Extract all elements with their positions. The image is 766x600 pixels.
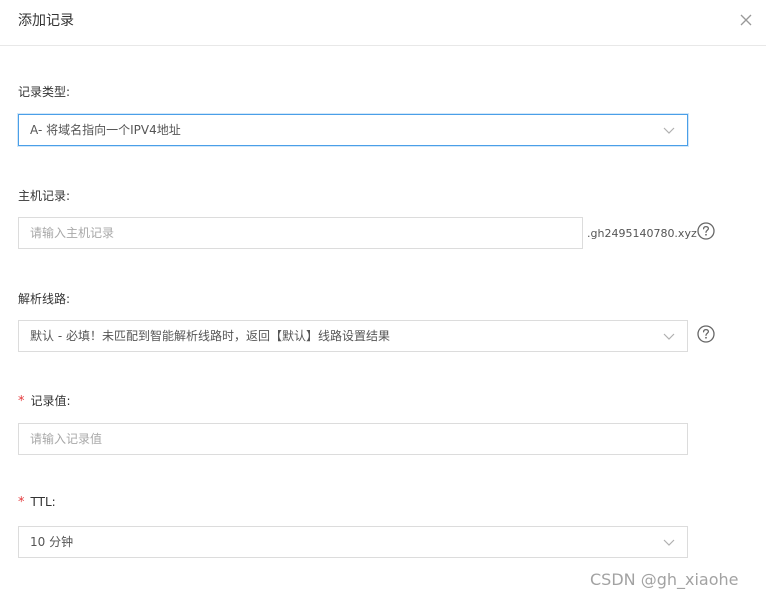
host-record-label: 主机记录:: [18, 189, 71, 203]
record-value-input[interactable]: 请输入记录值: [18, 423, 688, 455]
chevron-down-icon: [663, 333, 675, 340]
record-value-label: * 记录值:: [18, 392, 71, 409]
resolve-line-label: 解析线路:: [18, 292, 71, 306]
record-type-select[interactable]: A- 将域名指向一个IPV4地址: [18, 114, 688, 146]
chevron-down-icon: [663, 539, 675, 546]
resolve-line-select[interactable]: 默认 - 必填！未匹配到智能解析线路时，返回【默认】线路设置结果: [18, 320, 688, 352]
close-icon[interactable]: [738, 12, 754, 28]
host-record-placeholder: 请输入主机记录: [30, 226, 115, 240]
ttl-label: * TTL:: [18, 495, 56, 510]
chevron-down-icon: [663, 127, 675, 134]
record-value-placeholder: 请输入记录值: [30, 432, 103, 446]
domain-suffix: .gh2495140780.xyz: [587, 227, 697, 240]
dialog-header: 添加记录: [0, 0, 766, 46]
ttl-value: 10 分钟: [30, 535, 74, 549]
ttl-select[interactable]: 10 分钟: [18, 526, 688, 558]
required-mark: *: [18, 495, 25, 510]
resolve-line-value: 默认 - 必填！未匹配到智能解析线路时，返回【默认】线路设置结果: [30, 329, 390, 343]
required-mark: *: [18, 394, 25, 409]
add-record-dialog: 添加记录 记录类型: A- 将域名指向一个IPV4地址 主机记录: 请输入主机记…: [0, 0, 766, 600]
watermark: CSDN @gh_xiaohe: [590, 570, 739, 589]
record-type-label: 记录类型:: [18, 85, 71, 99]
dialog-title: 添加记录: [18, 13, 74, 29]
ttl-label-text: TTL:: [30, 495, 56, 509]
record-type-value: A- 将域名指向一个IPV4地址: [30, 123, 181, 137]
question-help-icon[interactable]: [697, 222, 715, 240]
host-record-input[interactable]: 请输入主机记录: [18, 217, 583, 249]
record-value-label-text: 记录值:: [30, 394, 71, 408]
question-help-icon[interactable]: [697, 325, 715, 343]
